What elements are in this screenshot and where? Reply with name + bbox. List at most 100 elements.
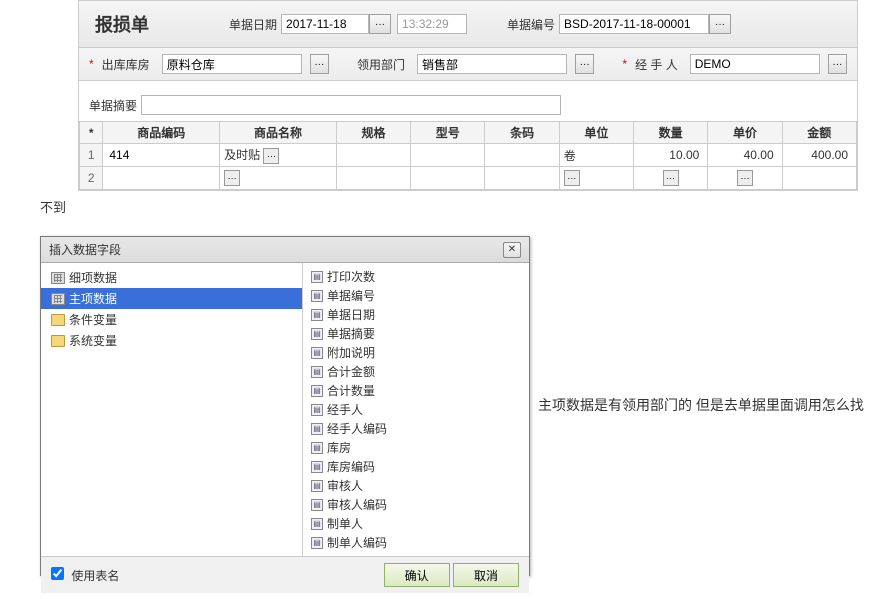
cell-price[interactable]: 40.00 [708,144,782,167]
field-icon: ▤ [311,328,323,340]
cell-picker-button[interactable]: ··· [224,170,240,186]
date-picker-button[interactable]: ··· [369,14,391,34]
row-number: 2 [80,167,103,190]
loss-form: 报损单 单据日期 ··· 单据编号 ··· * 出库库房 ··· 领用部门 ··… [78,0,858,191]
field-icon: ▤ [311,271,323,283]
col-spec: 规格 [336,122,410,144]
use-table-checkbox-label[interactable]: 使用表名 [51,567,119,584]
list-item[interactable]: ▤附加说明 [303,343,529,362]
list-item[interactable]: ▤制单人编码 [303,533,529,552]
use-table-checkbox[interactable] [51,567,64,580]
field-icon: ▤ [311,290,323,302]
warehouse-label: 出库库房 [102,56,150,73]
close-icon[interactable]: ✕ [503,242,521,258]
list-item[interactable]: ▤ 单据编号 [303,286,529,305]
tree-item-label: 细项数据 [69,269,117,286]
handler-label: 经 手 人 [635,56,678,73]
cell-picker-button[interactable]: ··· [663,170,679,186]
cell-name[interactable]: 及时贴 ··· [220,144,337,167]
list-item[interactable]: ▤ 经手人 [303,400,529,419]
list-item[interactable]: ▤单据摘要 [303,324,529,343]
tree-pane[interactable]: 细项数据主项数据条件变量系统变量 [41,263,303,556]
list-item[interactable]: ▤库房 [303,438,529,457]
list-item-label: 合计数量 [327,382,375,399]
cancel-button[interactable]: 取消 [453,563,519,587]
handler-input[interactable] [690,54,820,74]
col-barcode: 条码 [485,122,559,144]
cell-price[interactable]: ··· [708,167,782,190]
cell-amount[interactable]: 400.00 [782,144,856,167]
tree-item-label: 系统变量 [69,332,117,349]
list-item-label: 制单人 [327,515,363,532]
cell-barcode[interactable] [485,144,559,167]
required-marker-2: * [622,57,627,71]
cell-barcode[interactable] [485,167,559,190]
table-row[interactable]: 2 ··· ··· ··· ··· [80,167,857,190]
list-item[interactable]: ▤单据日期 [303,305,529,324]
list-item[interactable]: ▤ 打印次数 [303,267,529,286]
field-icon: ▤ [311,461,323,473]
dialog-body: 细项数据主项数据条件变量系统变量 ▤打印次数▤单据编号▤单据日期▤单据摘要▤附加… [41,263,529,557]
cell-model[interactable] [411,167,485,190]
items-table: * 商品编码 商品名称 规格 型号 条码 单位 数量 单价 金额 1及时贴 ··… [79,121,857,190]
cell-code[interactable] [103,167,220,190]
required-marker: * [89,57,94,71]
field-icon: ▤ [311,309,323,321]
field-icon: ▤ [311,404,323,416]
cell-picker-button[interactable]: ··· [564,170,580,186]
list-pane[interactable]: ▤打印次数▤单据编号▤单据日期▤单据摘要▤附加说明▤合计金额▤合计数量▤经手人▤… [303,263,529,556]
list-item-label: 打印次数 [327,268,375,285]
warehouse-input[interactable] [162,54,302,74]
below-text: 不到 [40,197,896,216]
list-item[interactable]: ▤经手人编码 [303,419,529,438]
date-input[interactable] [281,14,369,34]
cell-model[interactable] [411,144,485,167]
tree-item[interactable]: 主项数据 [41,288,302,309]
dialog-titlebar[interactable]: 插入数据字段 ✕ [41,237,529,263]
cell-name[interactable]: ··· [220,167,337,190]
number-input[interactable] [559,14,709,34]
table-row[interactable]: 1及时贴 ···卷 10.0040.00400.00 [80,144,857,167]
cell-unit[interactable]: 卷 [559,144,633,167]
dept-picker-button[interactable]: ··· [575,54,594,74]
list-item-label: 合计金额 [327,363,375,380]
title-bar: 报损单 单据日期 ··· 单据编号 ··· [79,1,857,48]
list-item[interactable]: ▤审核人编码 [303,495,529,514]
cell-amount[interactable] [782,167,856,190]
cell-picker-button[interactable]: ··· [737,170,753,186]
list-item[interactable]: ▤合计数量 [303,381,529,400]
cell-qty[interactable]: ··· [634,167,708,190]
use-table-text: 使用表名 [71,569,119,583]
handler-picker-button[interactable]: ··· [828,54,847,74]
cell-spec[interactable] [336,167,410,190]
dialog-footer: 使用表名 确认 取消 [41,557,529,593]
number-picker-button[interactable]: ··· [709,14,731,34]
list-item[interactable]: ▤库房编码 [303,457,529,476]
cell-spec[interactable] [336,144,410,167]
col-price: 单价 [708,122,782,144]
cell-unit[interactable]: ··· [559,167,633,190]
list-item-label: 单据编号 [327,287,375,304]
date-label: 单据日期 [229,16,277,33]
list-item[interactable]: ▤审核人 [303,476,529,495]
summary-input[interactable] [141,95,561,115]
warehouse-picker-button[interactable]: ··· [310,54,329,74]
list-item-label: 附加说明 [327,344,375,361]
cell-qty[interactable]: 10.00 [634,144,708,167]
tree-item[interactable]: 条件变量 [41,309,302,330]
time-input[interactable] [397,14,467,34]
fields-row: * 出库库房 ··· 领用部门 ··· * 经 手 人 ··· [79,48,857,81]
grid-icon [51,272,65,284]
list-item[interactable]: ▤合计金额 [303,362,529,381]
dept-input[interactable] [417,54,567,74]
list-item-label: 经手人 [327,401,363,418]
cell-code[interactable] [103,144,220,167]
page-title: 报损单 [95,11,149,37]
tree-item[interactable]: 细项数据 [41,267,302,288]
list-item[interactable]: ▤制单人 [303,514,529,533]
tree-item[interactable]: 系统变量 [41,330,302,351]
col-qty: 数量 [634,122,708,144]
ok-button[interactable]: 确认 [384,563,450,587]
col-amount: 金额 [782,122,856,144]
cell-picker-button[interactable]: ··· [263,148,279,164]
